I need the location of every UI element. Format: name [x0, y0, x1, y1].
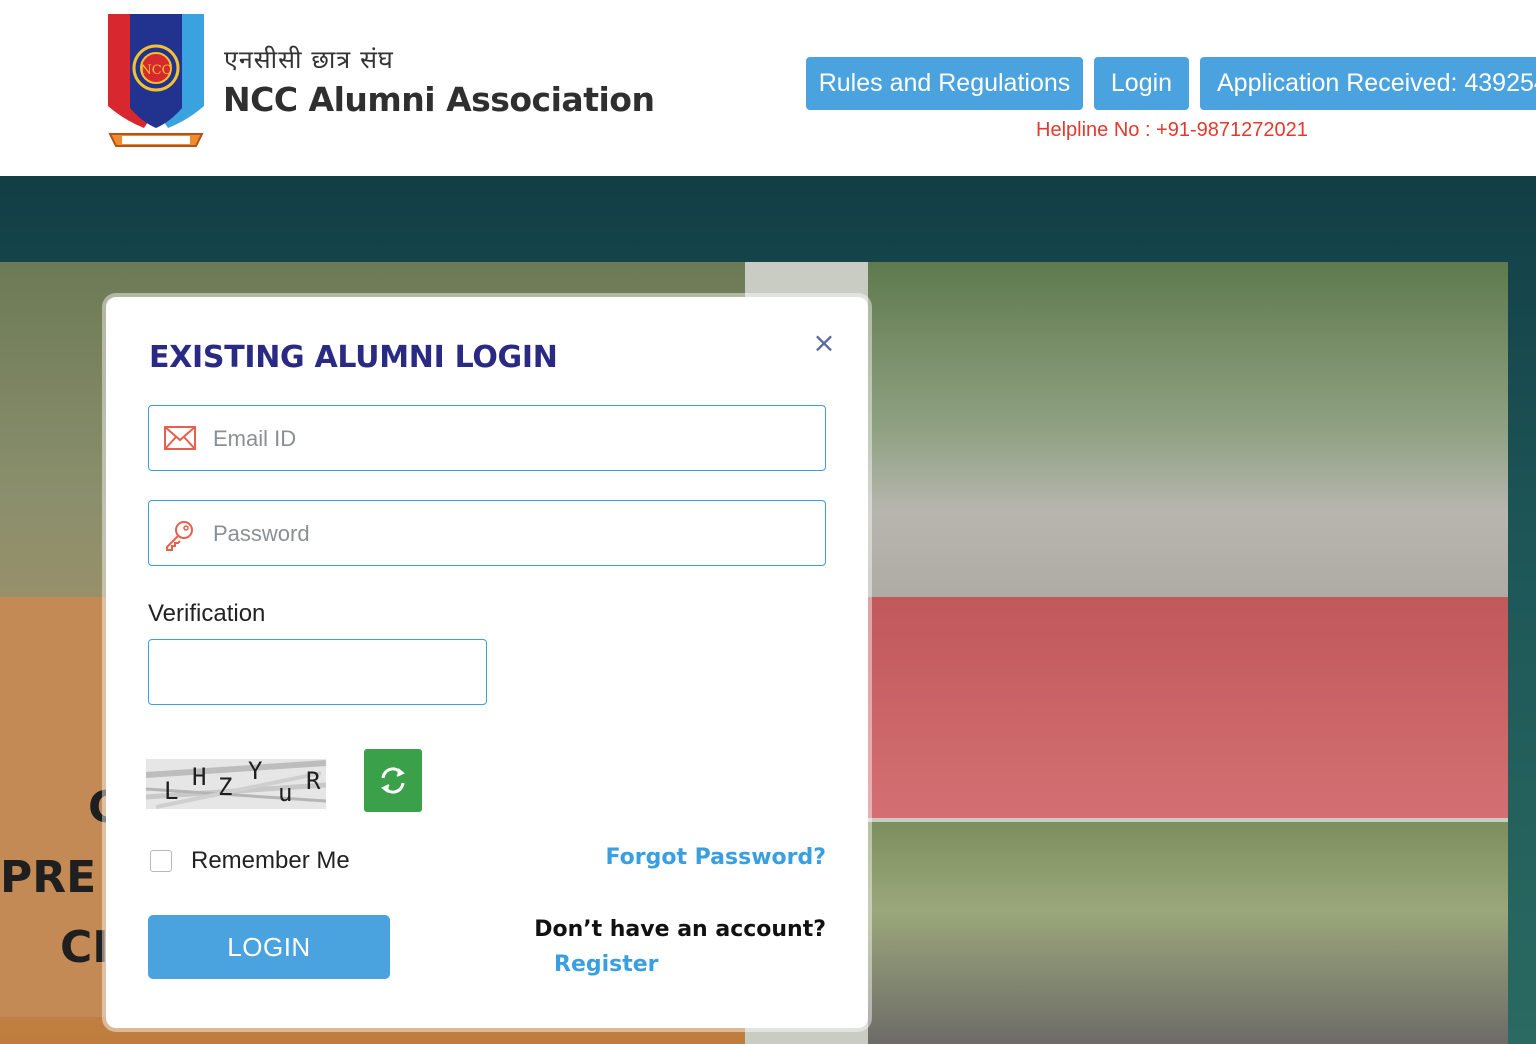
- captcha-char: Z: [218, 773, 232, 801]
- envelope-icon: [163, 424, 197, 452]
- banner-partial-text-3: CI: [60, 922, 109, 973]
- application-received-button[interactable]: Application Received: 439254: [1200, 57, 1536, 110]
- captcha-char: Y: [248, 757, 263, 785]
- refresh-icon: [364, 767, 422, 816]
- modal-title: EXISTING ALUMNI LOGIN: [149, 340, 558, 375]
- site-header: NCC एनसीसी छात्र संघ NCC Alumni Associat…: [0, 0, 1536, 176]
- remember-me-label[interactable]: Remember Me: [191, 847, 350, 875]
- verification-input[interactable]: [148, 639, 487, 705]
- svg-text:NCC: NCC: [140, 63, 171, 78]
- remember-me-checkbox[interactable]: [150, 850, 172, 872]
- captcha-char: H: [192, 763, 206, 791]
- forgot-password-link[interactable]: Forgot Password?: [605, 845, 826, 870]
- banner-partial-text-2: PRE: [0, 852, 97, 903]
- banner-red-carpet: [868, 597, 1508, 818]
- refresh-captcha-button[interactable]: [364, 749, 422, 812]
- captcha-char: R: [306, 767, 321, 795]
- brand-name: NCC Alumni Association: [223, 80, 655, 119]
- email-input[interactable]: [211, 406, 815, 471]
- verification-label: Verification: [148, 600, 266, 627]
- register-link[interactable]: Register: [554, 952, 659, 977]
- captcha-text: L H ZYu R: [146, 745, 326, 817]
- login-submit-button[interactable]: LOGIN: [148, 915, 390, 979]
- close-icon[interactable]: ×: [810, 327, 838, 359]
- ncc-logo[interactable]: NCC: [104, 10, 208, 156]
- password-field: [148, 500, 826, 566]
- rules-regulations-button[interactable]: Rules and Regulations: [806, 57, 1083, 110]
- login-nav-button[interactable]: Login: [1094, 57, 1189, 110]
- captcha-char: L: [164, 777, 178, 805]
- banner-photo-right-bottom: [868, 822, 1508, 1044]
- brand-hindi-title: एनसीसी छात्र संघ: [224, 45, 394, 74]
- captcha-image: L H ZYu R: [145, 745, 327, 817]
- key-icon: [163, 519, 197, 551]
- no-account-text: Don’t have an account?: [534, 917, 826, 942]
- email-field: [148, 405, 826, 471]
- helpline-number: Helpline No : +91-9871272021: [1036, 119, 1308, 141]
- captcha-char: u: [278, 779, 292, 807]
- login-modal: EXISTING ALUMNI LOGIN × Verification: [106, 297, 868, 1028]
- svg-text:LHZYuR: L H ZYu R: [164, 757, 321, 807]
- password-input[interactable]: [211, 501, 815, 566]
